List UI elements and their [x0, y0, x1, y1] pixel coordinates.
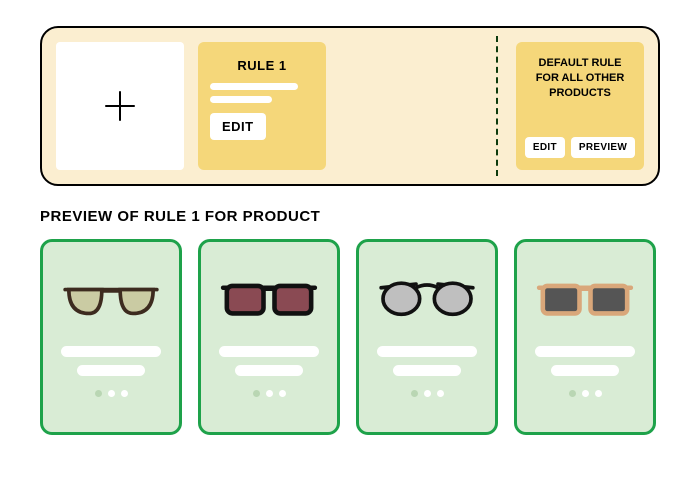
product-image	[529, 264, 641, 328]
product-placeholder-lines	[213, 346, 325, 376]
carousel-dots	[253, 390, 286, 397]
rules-divider	[496, 36, 498, 176]
product-placeholder-lines	[529, 346, 641, 376]
default-preview-button[interactable]: PREVIEW	[571, 137, 635, 158]
product-image	[371, 264, 483, 328]
carousel-dots	[95, 390, 128, 397]
preview-grid	[40, 239, 660, 435]
rules-panel: RULE 1 EDIT DEFAULT RULE FOR ALL OTHER P…	[40, 26, 660, 186]
default-edit-button[interactable]: EDIT	[525, 137, 565, 158]
product-card[interactable]	[514, 239, 656, 435]
product-placeholder-lines	[55, 346, 167, 376]
carousel-dots	[569, 390, 602, 397]
product-card[interactable]	[198, 239, 340, 435]
carousel-dots	[411, 390, 444, 397]
preview-heading: PREVIEW OF RULE 1 FOR PRODUCT	[40, 208, 660, 225]
product-placeholder-lines	[371, 346, 483, 376]
edit-button[interactable]: EDIT	[210, 113, 266, 140]
default-rule-actions: EDIT PREVIEW	[525, 137, 635, 158]
rule-title: RULE 1	[237, 58, 286, 73]
default-rule-title: DEFAULT RULE FOR ALL OTHER PRODUCTS	[526, 56, 634, 101]
product-image	[55, 264, 167, 328]
product-card[interactable]	[356, 239, 498, 435]
rule-placeholder-lines	[210, 83, 314, 103]
add-rule-button[interactable]	[56, 42, 184, 170]
product-card[interactable]	[40, 239, 182, 435]
rule-card-1[interactable]: RULE 1 EDIT	[198, 42, 326, 170]
product-image	[213, 264, 325, 328]
plus-icon	[102, 88, 138, 124]
default-rule-card: DEFAULT RULE FOR ALL OTHER PRODUCTS EDIT…	[516, 42, 644, 170]
